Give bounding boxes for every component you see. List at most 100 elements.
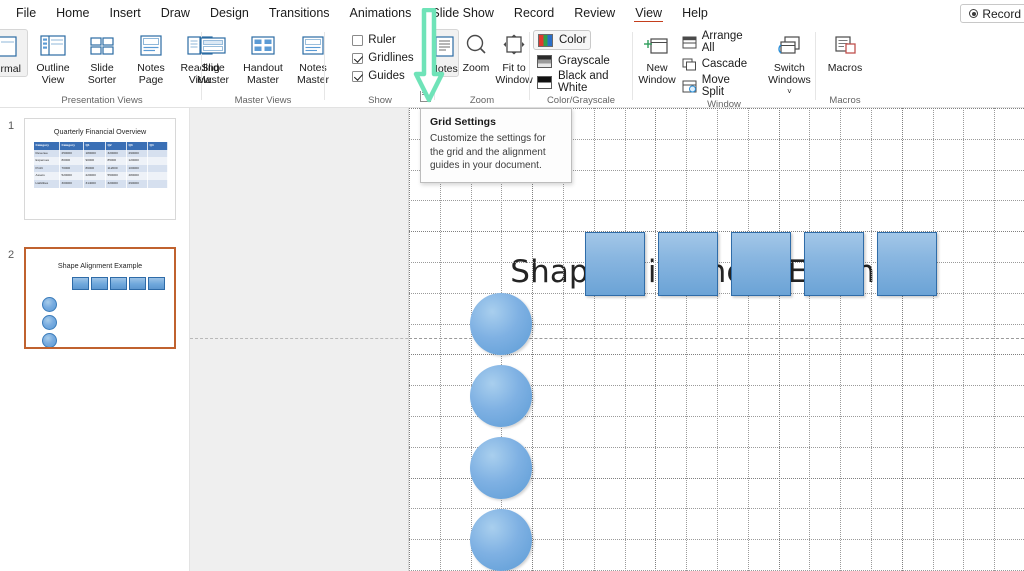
menu-item-draw[interactable]: Draw <box>152 2 199 24</box>
thumbnail-table-cell: 90000 <box>84 157 106 165</box>
menu-item-slide-show[interactable]: Slide Show <box>422 2 503 24</box>
ribbon-group-master-views: Slide Master Handout Master Notes Master… <box>197 26 329 108</box>
arrange-all-button[interactable]: Arrange All <box>682 30 753 54</box>
thumbnail-table-cell: 320000 <box>106 179 127 188</box>
slide-thumbnail-pane[interactable]: 1 Quarterly Financial Overview Category C… <box>0 108 190 571</box>
thumbnail-table-cell: 80000 <box>60 157 84 165</box>
slide-rectangle-shape[interactable] <box>877 232 937 296</box>
handout-master-button[interactable]: Handout Master <box>239 29 287 86</box>
zoom-button[interactable]: Zoom <box>461 29 491 75</box>
slide-circle-shape[interactable] <box>470 509 532 571</box>
slide-rectangle-shape[interactable] <box>585 232 645 296</box>
slide-rectangle-shape[interactable] <box>731 232 791 296</box>
thumbnail-table-row: Revenue 250000 180000 320000 290000 <box>34 149 168 158</box>
record-icon <box>969 9 979 18</box>
notes-button-label: Notes <box>430 63 458 75</box>
slide-rectangle-shape[interactable] <box>804 232 864 296</box>
thumbnail-table-header-cell: Q3 <box>127 142 148 150</box>
menu-item-view[interactable]: View <box>626 2 671 24</box>
thumbnail-canvas-2[interactable]: Shape Alignment Example <box>24 247 176 349</box>
slide-sorter-button[interactable]: Slide Sorter <box>78 29 126 86</box>
thumbnail-slide-2[interactable]: 2 Shape Alignment Example <box>8 247 176 349</box>
notes-button[interactable]: Notes <box>429 29 459 77</box>
menu-item-review[interactable]: Review <box>565 2 624 24</box>
ribbon-group-label-color-grayscale: Color/Grayscale <box>546 95 616 106</box>
grayscale-icon <box>537 54 552 68</box>
thumbnail-table-header-row: Category Category Q1 Q2 Q3 Q4 <box>34 142 168 150</box>
thumbnail-table-cell: Expenses <box>34 157 60 165</box>
menu-item-animations[interactable]: Animations <box>341 2 421 24</box>
thumbnail-table-cell: 520000 <box>60 172 84 180</box>
thumbnail-rectangle-shape <box>129 277 146 290</box>
menu-item-home[interactable]: Home <box>47 2 98 24</box>
slide-editing-canvas[interactable]: Shape Alignment Example <box>190 108 1024 571</box>
arrange-all-icon <box>682 36 697 48</box>
thumbnail-table-cell: 300000 <box>60 179 84 188</box>
slide-gridline-vertical <box>840 108 841 571</box>
ribbon: Normal Outline View <box>0 26 1024 110</box>
slide-sorter-label-2: Sorter <box>87 73 117 86</box>
menu-item-help[interactable]: Help <box>673 2 717 24</box>
thumbnail-rectangle-shape <box>148 277 165 290</box>
cascade-icon <box>682 58 696 70</box>
color-mode-button[interactable]: Color <box>533 30 592 50</box>
thumbnail-table-row: Profit 70000 86000 112000 100000 <box>34 164 168 173</box>
gridlines-checkbox[interactable]: Gridlines <box>352 49 414 67</box>
handout-master-label-2: Master <box>246 73 280 86</box>
thumbnail-slide-1[interactable]: 1 Quarterly Financial Overview Category C… <box>8 118 176 220</box>
tooltip-title: Grid Settings <box>430 116 496 128</box>
guides-checkbox[interactable]: Guides <box>352 67 405 85</box>
thumbnail-table-row: Liabilities 300000 314000 320000 290000 <box>34 179 168 188</box>
notes-page-button[interactable]: Notes Page <box>127 29 175 86</box>
black-and-white-mode-button[interactable]: Black and White <box>533 70 631 94</box>
thumbnail-table-header-cell: Category <box>34 142 60 150</box>
guides-label: Guides <box>368 70 405 82</box>
grayscale-mode-button[interactable]: Grayscale <box>533 51 614 71</box>
normal-view-button[interactable]: Normal <box>0 29 28 77</box>
slide-gridline-vertical <box>963 108 964 571</box>
menu-item-insert[interactable]: Insert <box>101 2 150 24</box>
record-button[interactable]: Record <box>960 4 1024 23</box>
outline-view-icon <box>40 35 66 56</box>
move-split-icon <box>682 80 697 92</box>
thumbnail-table-header-cell: Q2 <box>106 142 127 150</box>
thumbnail-table-row: Expenses 80000 90000 85000 120000 <box>34 157 168 165</box>
zoom-button-label: Zoom <box>462 62 490 74</box>
macros-button[interactable]: Macros <box>821 29 869 75</box>
menu-item-design[interactable]: Design <box>201 2 258 24</box>
slide-circle-shape[interactable] <box>470 365 532 427</box>
ribbon-group-label-show: Show <box>368 95 392 106</box>
ruler-checkbox[interactable]: Ruler <box>352 31 396 49</box>
thumbnail-table-cell: 550000 <box>106 172 127 180</box>
move-split-button[interactable]: Move Split <box>682 74 753 98</box>
slide-rectangle-shape[interactable] <box>658 232 718 296</box>
color-icon <box>538 33 553 47</box>
thumbnail-table-cell: 85000 <box>106 157 127 165</box>
new-window-button[interactable]: New Window <box>636 29 677 86</box>
thumbnail-circle-shape <box>42 333 57 347</box>
thumbnail-table-1: Category Category Q1 Q2 Q3 Q4 Revenue 250000 180… <box>34 142 168 188</box>
thumbnail-table-cell: Profit <box>34 164 60 173</box>
ribbon-group-window: New Window Arrange All Cascade Move Spli… <box>634 26 816 110</box>
menu-item-file[interactable]: File <box>7 2 45 24</box>
menu-item-transitions[interactable]: Transitions <box>260 2 339 24</box>
slide-gridline-vertical <box>717 108 718 571</box>
outline-view-button[interactable]: Outline View <box>29 29 77 86</box>
gridlines-checkbox-box <box>352 52 364 64</box>
switch-windows-button[interactable]: Switch Windows ˅ <box>763 29 816 98</box>
tooltip-body: Customize the settings for the grid and … <box>430 133 546 171</box>
thumbnail-canvas-1[interactable]: Quarterly Financial Overview Category Cat… <box>24 118 176 220</box>
ribbon-group-presentation-views: Normal Outline View <box>0 26 220 108</box>
powerpoint-window: File Home Insert Draw Design Transitions… <box>0 0 1024 571</box>
ribbon-group-label-macros: Macros <box>829 95 861 106</box>
new-window-icon <box>644 38 668 54</box>
move-split-label: Move Split <box>701 74 730 98</box>
slide-master-button[interactable]: Slide Master <box>189 29 237 86</box>
notes-page-icon <box>140 35 162 56</box>
slide-circle-shape[interactable] <box>470 293 532 355</box>
ribbon-separator-6 <box>815 32 816 100</box>
slide-circle-shape[interactable] <box>470 437 532 499</box>
cascade-button[interactable]: Cascade <box>682 54 753 74</box>
zoom-icon <box>466 34 486 54</box>
menu-item-record[interactable]: Record <box>505 2 563 24</box>
